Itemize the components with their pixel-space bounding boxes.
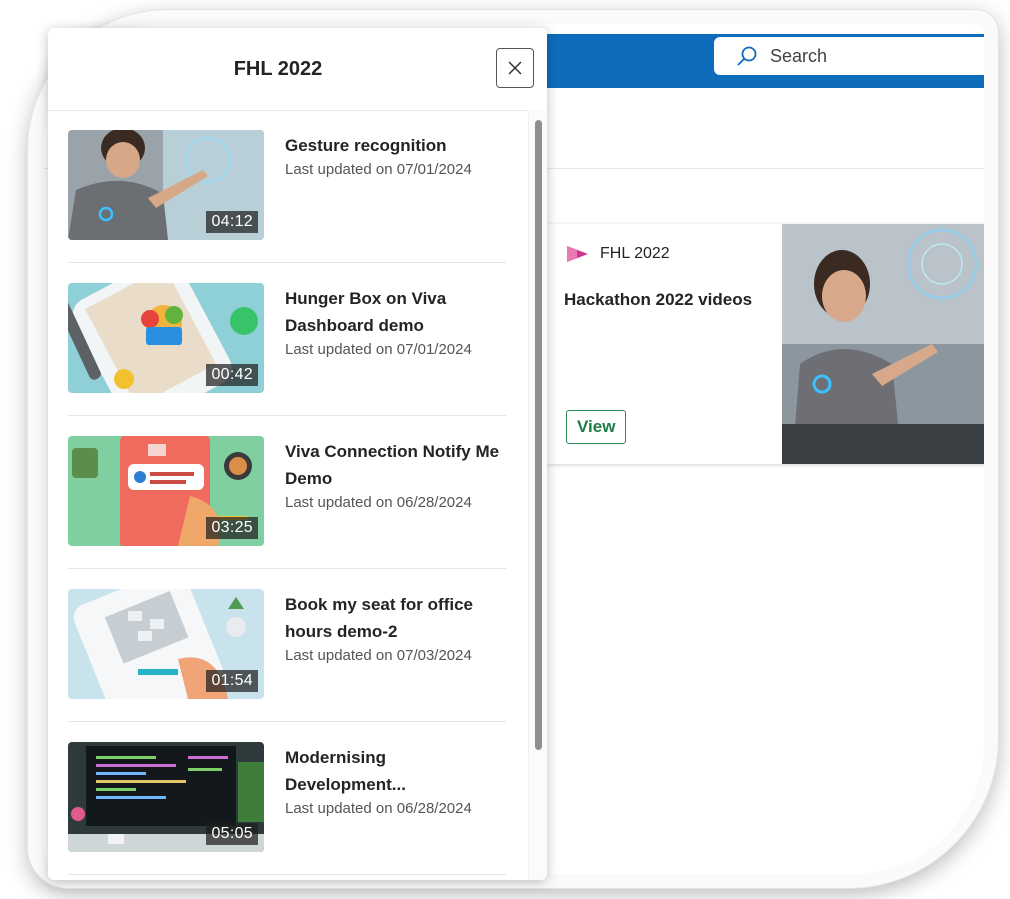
- video-list: 04:12 Gesture recognition Last updated o…: [48, 110, 528, 880]
- video-list-item[interactable]: 00:42 Hunger Box on Viva Dashboard demo …: [68, 263, 506, 416]
- close-button[interactable]: [496, 48, 534, 88]
- video-list-item[interactable]: 01:54 Book my seat for office hours demo…: [68, 569, 506, 722]
- video-title[interactable]: Modernising Development... Last updated …: [285, 744, 505, 820]
- video-duration: 00:42: [206, 364, 258, 386]
- video-thumbnail[interactable]: 00:42: [68, 283, 264, 393]
- video-thumbnail[interactable]: 01:54: [68, 589, 264, 699]
- close-icon: [508, 61, 522, 75]
- video-duration: 01:54: [206, 670, 258, 692]
- video-updated-date: Last updated on 06/28/2024: [285, 800, 472, 817]
- stream-icon: [567, 246, 588, 262]
- video-title[interactable]: Gesture recognition Last updated on 07/0…: [285, 132, 505, 181]
- video-updated-date: Last updated on 07/01/2024: [285, 161, 472, 178]
- video-flyout-panel: FHL 2022 04:12 Gesture recognition Last …: [48, 28, 547, 880]
- video-title[interactable]: Hunger Box on Viva Dashboard demo Last u…: [285, 285, 505, 361]
- video-thumbnail[interactable]: 03:25: [68, 436, 264, 546]
- video-list-item[interactable]: 03:25 Viva Connection Notify Me Demo Las…: [68, 416, 506, 569]
- panel-header: FHL 2022: [48, 28, 547, 111]
- video-list-item[interactable]: 05:05 Modernising Development... Last up…: [68, 722, 506, 875]
- search-box[interactable]: Search: [714, 37, 984, 75]
- video-title[interactable]: Viva Connection Notify Me Demo Last upda…: [285, 438, 505, 514]
- panel-title: FHL 2022: [233, 58, 323, 80]
- card-title: Hackathon 2022 videos: [564, 290, 753, 309]
- search-icon: [737, 46, 757, 66]
- video-updated-date: Last updated on 06/28/2024: [285, 494, 472, 511]
- video-collection-card[interactable]: FHL 2022 Hackathon 2022 videos View: [533, 224, 984, 464]
- video-list-item[interactable]: 04:12 Gesture recognition Last updated o…: [68, 110, 506, 263]
- video-title-text[interactable]: Modernising Development...: [285, 744, 505, 798]
- video-duration: 03:25: [206, 517, 258, 539]
- video-updated-date: Last updated on 07/01/2024: [285, 341, 472, 358]
- video-title-text[interactable]: Gesture recognition: [285, 132, 505, 159]
- scrollbar-thumb[interactable]: [535, 120, 542, 750]
- video-title-text[interactable]: Hunger Box on Viva Dashboard demo: [285, 285, 505, 339]
- card-tag-label: FHL 2022: [600, 245, 670, 262]
- scrollbar-track[interactable]: [528, 110, 547, 880]
- video-duration: 04:12: [206, 211, 258, 233]
- video-thumbnail[interactable]: 05:05: [68, 742, 264, 852]
- video-updated-date: Last updated on 07/03/2024: [285, 647, 472, 664]
- video-title-text[interactable]: Viva Connection Notify Me Demo: [285, 438, 505, 492]
- video-title-text[interactable]: Book my seat for office hours demo-2: [285, 591, 505, 645]
- search-placeholder: Search: [770, 45, 828, 66]
- card-hero-image: [782, 224, 984, 464]
- video-title[interactable]: Book my seat for office hours demo-2 Las…: [285, 591, 505, 667]
- view-button[interactable]: View: [566, 410, 627, 444]
- video-thumbnail[interactable]: 04:12: [68, 130, 264, 240]
- video-duration: 05:05: [206, 823, 258, 845]
- card-tag: FHL 2022: [564, 244, 670, 264]
